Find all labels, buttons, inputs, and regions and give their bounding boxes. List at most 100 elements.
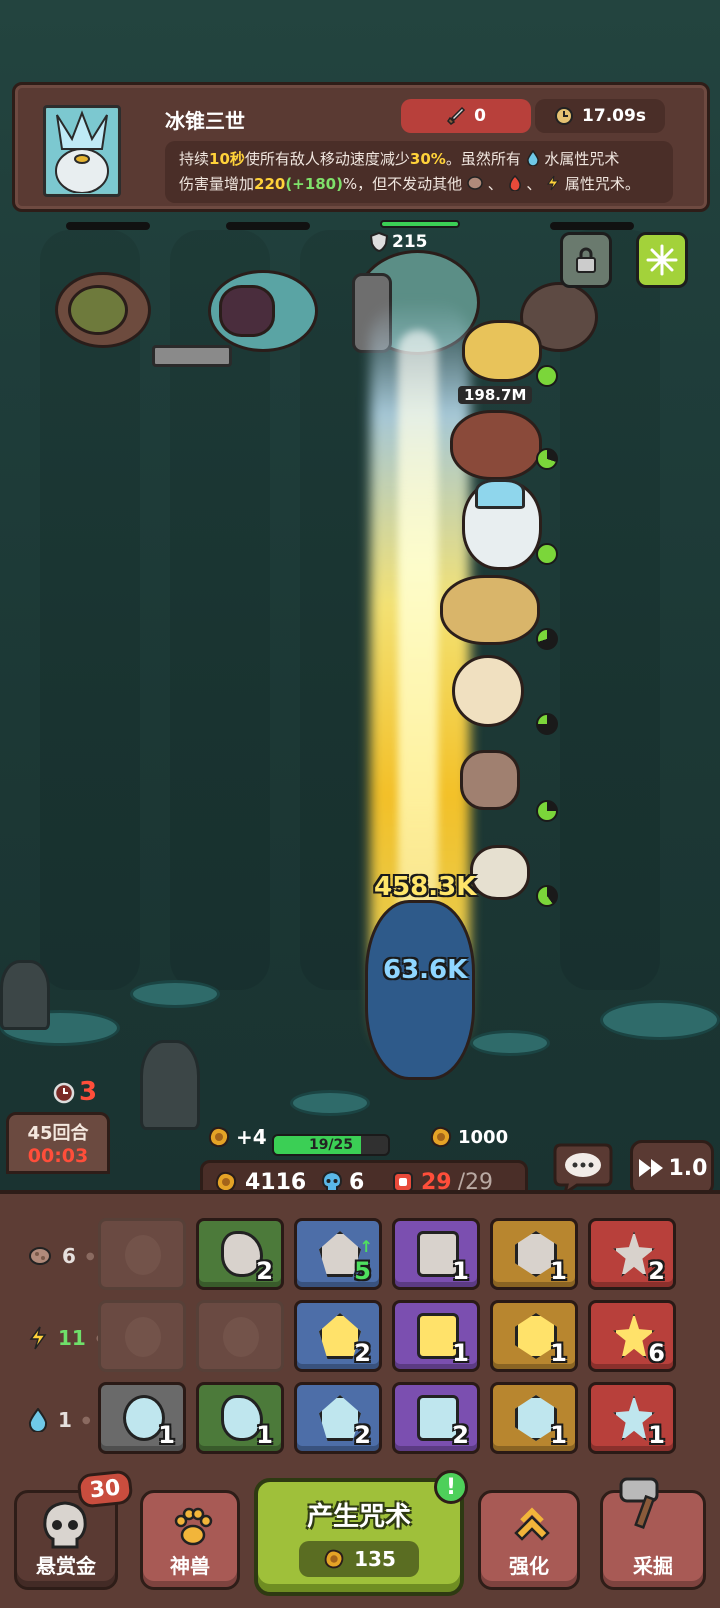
empty-slot-icon xyxy=(125,1235,161,1275)
gold-gain: +4 xyxy=(206,1124,267,1150)
timer-count: 3 xyxy=(79,1077,98,1107)
spell-card-lightning-4[interactable]: 1 xyxy=(392,1300,480,1372)
spell-card-water-5[interactable]: 1 xyxy=(490,1382,578,1454)
lock-icon xyxy=(576,247,596,273)
spell-card-lightning-3[interactable]: 2 xyxy=(294,1300,382,1372)
spell-card-water-2[interactable]: 1 xyxy=(196,1382,284,1454)
upgrade-arrows-icon xyxy=(514,1507,550,1541)
beast-button[interactable]: 神兽 xyxy=(140,1490,240,1590)
beast-label: 神兽 xyxy=(170,1554,210,1578)
chat-button[interactable] xyxy=(548,1140,618,1197)
timer-counter: 3 xyxy=(52,1072,104,1112)
hero-ice-penguin xyxy=(462,479,542,570)
hero-beaver xyxy=(450,410,542,480)
water-drop-icon xyxy=(526,149,539,167)
upgrade-arrow-icon: ↑ xyxy=(359,1237,373,1256)
gold-gain-value: +4 xyxy=(236,1125,267,1149)
spell-card-earth-4[interactable]: 1 xyxy=(392,1218,480,1290)
spell-count: 2 xyxy=(452,1421,469,1449)
summon-cost: 135 xyxy=(299,1541,419,1577)
spell-count: 2 xyxy=(354,1339,371,1367)
xp-target-value: 1000 xyxy=(458,1126,509,1148)
hero-fox xyxy=(440,575,540,645)
summon-cost-value: 135 xyxy=(354,1547,396,1571)
speed-button[interactable]: 1.0 xyxy=(630,1140,714,1196)
experience-text: 19/25 xyxy=(308,1137,354,1153)
bounty-badge: 30 xyxy=(76,1469,134,1509)
mushroom-cap xyxy=(290,1090,370,1116)
cooldown-stat: 17.09s xyxy=(535,99,665,133)
cooldown-indicator xyxy=(536,365,558,387)
spell-description: 持续10秒使所有敌人移动速度减少30%。虽然所有 水属性咒术 伤害量增加220(… xyxy=(165,141,673,203)
attack-value: 0 xyxy=(474,106,486,126)
wave-time: 00:03 xyxy=(27,1145,89,1167)
cooldown-indicator xyxy=(536,800,558,822)
spell-count: 1 xyxy=(648,1421,665,1449)
earth-level: 6 xyxy=(62,1244,76,1268)
spell-count: 6 xyxy=(648,1339,665,1367)
stopwatch-icon xyxy=(53,1082,75,1104)
mushroom-cap xyxy=(470,1030,550,1056)
hammer-icon xyxy=(619,1477,659,1529)
attack-stat: 0 xyxy=(401,99,531,133)
spell-card-water-4[interactable]: 2 xyxy=(392,1382,480,1454)
mushroom-cap xyxy=(130,980,220,1008)
cooldown-indicator xyxy=(536,713,558,735)
hero-porcupine xyxy=(462,320,542,382)
frost-ability-button[interactable] xyxy=(636,232,688,288)
mine-label: 采掘 xyxy=(633,1554,673,1578)
lightning-icon xyxy=(29,1326,47,1350)
description-line-1: 持续10秒使所有敌人移动速度减少30%。虽然所有 水属性咒术 xyxy=(179,149,620,168)
spell-card-water-3[interactable]: 2 xyxy=(294,1382,382,1454)
description-line-2: 伤害量增加220(+180)%，但不发动其他 、 、 属性咒术。 xyxy=(179,174,640,193)
spell-portrait xyxy=(43,105,121,197)
spell-card-earth-1 xyxy=(98,1218,186,1290)
spell-count: 1 xyxy=(550,1257,567,1285)
wave-info: 45回合 00:03 xyxy=(6,1112,110,1174)
locked-ability-button[interactable] xyxy=(560,232,612,288)
spell-card-earth-3[interactable]: 5 ↑ xyxy=(294,1218,382,1290)
spell-card-lightning-6[interactable]: 6 xyxy=(588,1300,676,1372)
lightning-icon xyxy=(547,175,560,191)
gold-ore-icon xyxy=(430,1126,452,1148)
spell-count: 1 xyxy=(452,1339,469,1367)
spell-count: 1 xyxy=(158,1421,175,1449)
spell-card-earth-5[interactable]: 1 xyxy=(490,1218,578,1290)
summon-spell-button[interactable]: 产生咒术 135 xyxy=(254,1478,464,1596)
mine-button[interactable]: 采掘 xyxy=(600,1477,706,1590)
cooldown-indicator xyxy=(536,543,558,565)
skull-icon xyxy=(43,1501,87,1549)
spell-card-water-1[interactable]: 1 xyxy=(98,1382,186,1454)
sword-icon xyxy=(447,106,466,125)
cooldown-value: 17.09s xyxy=(582,106,646,126)
experience-bar: 19/25 xyxy=(272,1134,390,1156)
spell-card-earth-2[interactable]: 2 xyxy=(196,1218,284,1290)
spell-count: 1 xyxy=(256,1421,273,1449)
summon-label: 产生咒术 xyxy=(306,1502,411,1532)
spell-count: 2 xyxy=(256,1257,273,1285)
lightning-level: 11 xyxy=(58,1326,86,1350)
spell-card-earth-6[interactable]: 2 xyxy=(588,1218,676,1290)
paw-icon xyxy=(174,1507,213,1546)
water-drop-icon xyxy=(28,1408,48,1432)
damage-number: 458.3K xyxy=(374,872,477,902)
wave-label: 45回合 xyxy=(27,1123,89,1144)
spell-card-lightning-2 xyxy=(196,1300,284,1372)
hero-hp-label: 198.7M xyxy=(458,386,533,404)
upgrade-button[interactable]: 强化 xyxy=(478,1490,580,1590)
hero-blue-beast xyxy=(365,900,475,1080)
damage-number: 63.6K xyxy=(383,955,468,985)
cooldown-indicator xyxy=(536,885,558,907)
upgrade-label: 强化 xyxy=(509,1554,549,1578)
spell-card-lightning-1 xyxy=(98,1300,186,1372)
cooldown-indicator xyxy=(536,448,558,470)
empty-slot-icon xyxy=(223,1317,259,1357)
spell-card-water-6[interactable]: 1 xyxy=(588,1382,676,1454)
spell-count: 1 xyxy=(550,1339,567,1367)
spell-card-lightning-5[interactable]: 1 xyxy=(490,1300,578,1372)
earth-row-label: 6 ● xyxy=(28,1244,95,1268)
summon-alert-badge: ! xyxy=(434,1470,468,1504)
fast-forward-icon xyxy=(638,1159,663,1177)
shield-icon xyxy=(370,232,388,252)
ice-penguin-icon xyxy=(47,109,117,193)
